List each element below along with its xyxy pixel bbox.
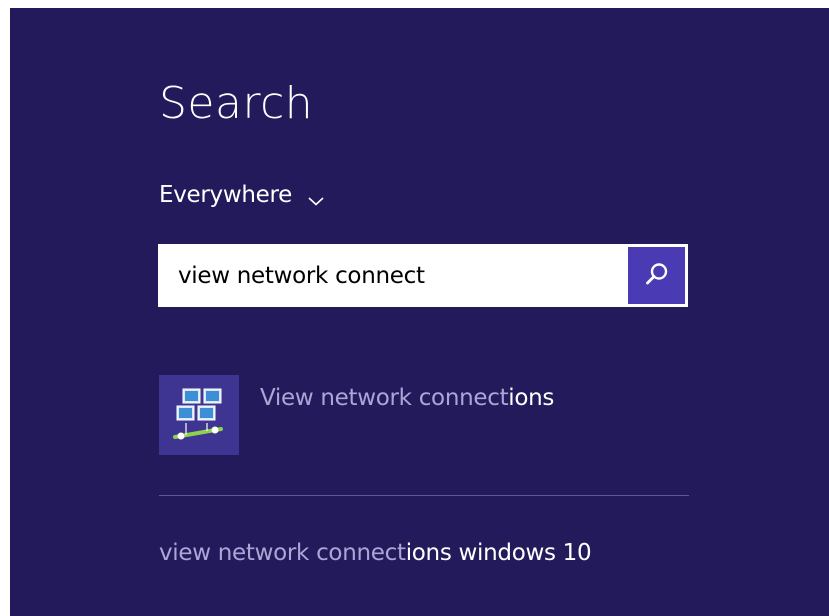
result-label: View network connections [260, 385, 554, 457]
divider [159, 495, 689, 496]
search-suggestion[interactable]: view network connections windows 10 [159, 540, 592, 568]
result-label-rest: ions [508, 385, 555, 411]
search-button[interactable] [628, 247, 685, 304]
result-view-network-connections[interactable]: View network connections [159, 375, 689, 457]
suggestion-match: view network connect [159, 540, 406, 566]
chevron-down-icon [308, 191, 324, 206]
search-charm-panel: Search Everywhere view network connect V… [10, 8, 829, 616]
search-scope-dropdown[interactable]: Everywhere [159, 184, 324, 207]
search-icon [644, 261, 670, 291]
suggestion-rest: ions windows 10 [405, 540, 592, 566]
search-scope-label: Everywhere [159, 182, 293, 208]
search-input[interactable] [158, 244, 626, 307]
page-title: Search [159, 78, 314, 129]
search-box [158, 244, 688, 307]
network-connections-icon [159, 375, 239, 455]
result-label-match: View network connect [260, 385, 509, 411]
